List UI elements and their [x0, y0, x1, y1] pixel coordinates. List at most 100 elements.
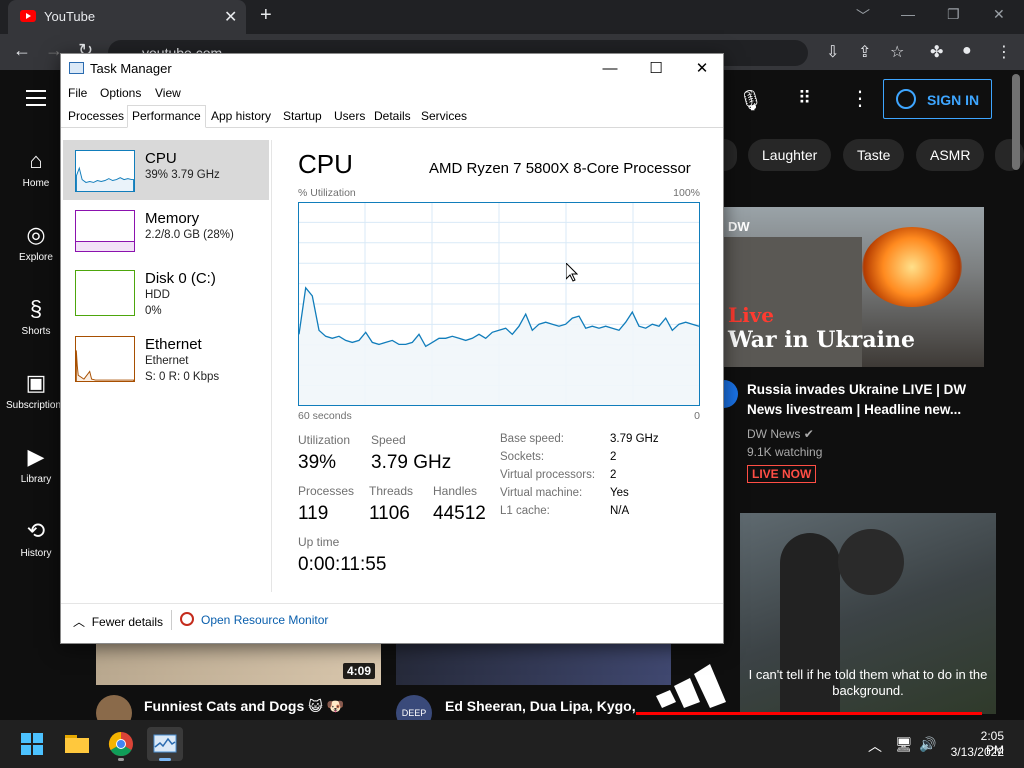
minimize-window-button[interactable]: —: [901, 6, 915, 22]
video-title[interactable]: Funniest Cats and Dogs 😺 🐶: [144, 698, 344, 715]
sidebar-item-ethernet[interactable]: Ethernet Ethernet S: 0 R: 0 Kbps: [61, 332, 269, 392]
thumbnail-explosion: [862, 227, 962, 307]
sign-in-button[interactable]: SIGN IN: [883, 79, 992, 119]
stat-uptime-value: 0:00:11:55: [298, 554, 387, 575]
spec-virtual-machine-label: Virtual machine:: [500, 487, 583, 499]
browser-tab-youtube[interactable]: YouTube ✕: [8, 0, 246, 34]
video-thumbnail-cats[interactable]: [96, 643, 381, 685]
stat-utilization-label: Utilization: [298, 433, 351, 447]
tab-services[interactable]: Services: [421, 109, 467, 123]
tab-details[interactable]: Details: [374, 109, 411, 123]
chip-taste[interactable]: Taste: [843, 139, 905, 171]
watching-count: 9.1K watching: [747, 445, 823, 459]
chip-laughter[interactable]: Laughter: [748, 139, 832, 171]
task-manager-app-icon: [69, 62, 84, 74]
show-hidden-icons-chevron-icon[interactable]: ︿: [868, 736, 882, 756]
stat-uptime-label: Up time: [298, 535, 340, 549]
open-resource-monitor-link[interactable]: Open Resource Monitor: [201, 613, 328, 627]
sidebar-disk-name: Disk 0 (C:): [145, 270, 216, 287]
volume-icon[interactable]: 🔊: [919, 736, 936, 753]
memory-fill: [76, 241, 134, 251]
maximize-button[interactable]: ☐: [633, 56, 679, 82]
sidebar-item-disk[interactable]: Disk 0 (C:) HDD 0%: [61, 264, 269, 324]
sidebar-item-label: Home: [22, 178, 50, 189]
share-icon[interactable]: ⇪: [858, 42, 871, 62]
page-scrollbar[interactable]: [1012, 74, 1020, 170]
cpu-model-name: AMD Ryzen 7 5800X 8-Core Processor: [429, 160, 691, 177]
video-thumbnail-gym[interactable]: I can't tell if he told them what to do …: [740, 513, 996, 714]
video-title[interactable]: Russia invades Ukraine LIVE | DW News li…: [747, 380, 987, 420]
clock-date[interactable]: 3/13/2022: [950, 745, 1004, 759]
apps-grid-icon[interactable]: ⠿: [798, 88, 811, 109]
spec-sockets-label: Sockets:: [500, 451, 545, 463]
new-tab-button[interactable]: +: [260, 4, 272, 27]
video-title[interactable]: Ed Sheeran, Dua Lipa, Kygo, Av: [445, 698, 636, 714]
restore-window-button[interactable]: ❐: [947, 6, 960, 23]
tab-app-history[interactable]: App history: [211, 109, 271, 123]
task-manager-taskbar-button[interactable]: [147, 727, 183, 761]
memory-mini-graph: [75, 210, 135, 252]
tab-search-button[interactable]: ﹀: [856, 6, 870, 26]
profile-icon[interactable]: ●: [962, 42, 972, 60]
sidebar-item-cpu[interactable]: CPU 39% 3.79 GHz: [61, 140, 269, 200]
menu-file[interactable]: File: [68, 86, 87, 100]
channel-name[interactable]: DW News ✔: [747, 427, 814, 441]
sidebar-divider: [271, 140, 272, 592]
chip-asmr[interactable]: ASMR: [916, 139, 985, 171]
hamburger-menu-icon[interactable]: [26, 90, 46, 111]
resource-monitor-icon: [180, 612, 194, 626]
close-button[interactable]: ✕: [679, 56, 725, 82]
bookmark-star-icon[interactable]: ☆: [890, 42, 904, 62]
graph-x-right-label: 0: [694, 410, 700, 422]
close-window-button[interactable]: ✕: [993, 6, 1005, 23]
sidebar-item-label: Explore: [19, 252, 53, 263]
running-indicator: [118, 758, 124, 761]
start-button[interactable]: [14, 727, 50, 761]
spec-base-speed-label: Base speed:: [500, 433, 564, 445]
extensions-icon[interactable]: ✤: [930, 42, 943, 62]
video-caption: I can't tell if he told them what to do …: [748, 667, 988, 698]
menu-view[interactable]: View: [155, 86, 181, 100]
sign-in-label: SIGN IN: [927, 92, 980, 108]
tab-startup[interactable]: Startup: [283, 109, 322, 123]
stat-handles-label: Handles: [433, 484, 478, 498]
install-app-icon[interactable]: ⇩: [826, 42, 839, 62]
fewer-details-button[interactable]: ︿ Fewer details: [73, 613, 163, 630]
tab-users[interactable]: Users: [334, 109, 365, 123]
video-thumbnail-music[interactable]: [396, 643, 671, 685]
thumbnail-title-text: War in Ukraine: [728, 327, 915, 353]
thumbnail-ball: [838, 529, 904, 595]
tab-title: YouTube: [44, 9, 96, 24]
spec-l1-cache-value: N/A: [610, 505, 630, 517]
video-duration: 4:09: [343, 663, 376, 679]
video-thumbnail-ukraine[interactable]: DW Live War in Ukraine: [722, 207, 984, 367]
menu-options[interactable]: Options: [100, 86, 141, 100]
sidebar-disk-sub2: 0%: [145, 305, 162, 317]
verified-check-icon: ✔: [803, 427, 814, 441]
graph-x-left-label: 60 seconds: [298, 410, 352, 422]
file-explorer-button[interactable]: [59, 727, 95, 761]
tab-performance[interactable]: Performance: [127, 105, 206, 128]
sidebar-item-label: Shorts: [21, 326, 51, 337]
account-circle-icon: [896, 89, 916, 109]
tab-close-button[interactable]: ✕: [224, 7, 237, 27]
live-now-badge: LIVE NOW: [747, 465, 817, 483]
footer-separator: [171, 610, 172, 630]
sidebar-ethernet-sub2: S: 0 R: 0 Kbps: [145, 371, 220, 383]
minimize-button[interactable]: —: [587, 56, 633, 82]
settings-more-icon[interactable]: ⋮: [850, 86, 870, 111]
cpu-utilization-graph: [298, 202, 700, 406]
youtube-favicon-icon: [20, 10, 36, 22]
microphone-icon[interactable]: 🎙: [738, 88, 763, 113]
dw-logo: DW: [728, 219, 750, 234]
browser-menu-icon[interactable]: ⋮: [996, 42, 1012, 62]
chrome-button[interactable]: [103, 727, 139, 761]
sidebar-item-label: Library: [20, 474, 52, 485]
sidebar-item-label: Subscriptions: [5, 400, 67, 411]
channel-avatar[interactable]: [722, 380, 738, 408]
mouse-cursor-icon: [565, 261, 579, 287]
sidebar-item-memory[interactable]: Memory 2.2/8.0 GB (28%): [61, 202, 269, 262]
network-icon[interactable]: 🖥: [895, 736, 913, 753]
back-arrow-icon[interactable]: ←: [13, 40, 31, 61]
tab-processes[interactable]: Processes: [68, 109, 124, 123]
